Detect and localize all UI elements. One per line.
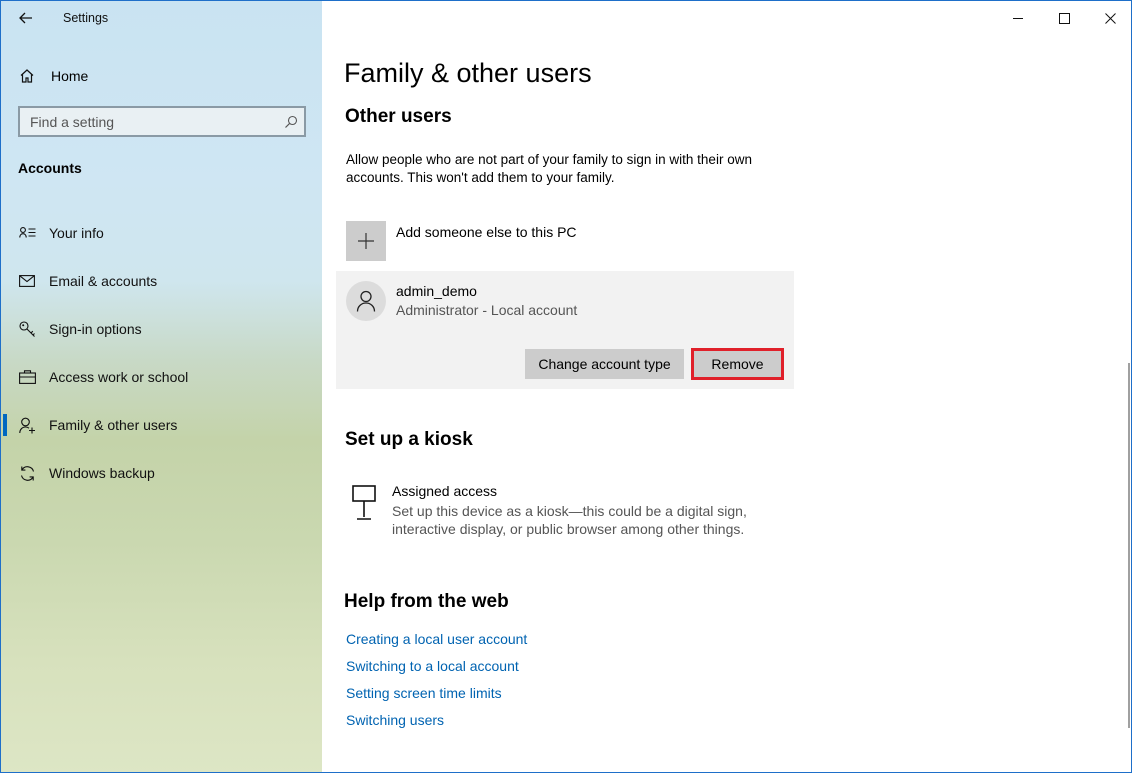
add-person-icon — [18, 416, 36, 434]
kiosk-text: Assigned access Set up this device as a … — [392, 483, 772, 538]
sidebar-nav: Your info Email & accounts Sign-in optio… — [1, 209, 322, 497]
kiosk-heading: Set up a kiosk — [345, 429, 473, 450]
app-title: Settings — [63, 11, 109, 25]
briefcase-icon — [18, 368, 36, 386]
sidebar-section-title: Accounts — [18, 160, 82, 176]
settings-window: Settings Home Accounts — [0, 0, 1132, 773]
sidebar-item-label: Sign-in options — [49, 321, 142, 337]
mail-icon — [18, 272, 36, 290]
close-icon — [1104, 12, 1116, 24]
user-card: admin_demo Administrator - Local account… — [336, 271, 794, 389]
minimize-button[interactable] — [995, 1, 1041, 35]
search-input[interactable] — [20, 108, 278, 135]
sidebar-item-label: Access work or school — [49, 369, 189, 385]
scrollbar[interactable] — [1128, 363, 1130, 728]
plus-icon — [358, 233, 374, 249]
maximize-icon — [1058, 12, 1070, 24]
other-users-heading: Other users — [345, 106, 452, 127]
sidebar-item-home[interactable]: Home — [17, 65, 307, 87]
sidebar-item-access-work-school[interactable]: Access work or school — [1, 353, 322, 401]
assigned-access-button[interactable]: Assigned access Set up this device as a … — [352, 483, 772, 538]
sidebar-item-windows-backup[interactable]: Windows backup — [1, 449, 322, 497]
assigned-access-title: Assigned access — [392, 483, 498, 499]
sidebar-item-label: Email & accounts — [49, 273, 158, 289]
user-name: admin_demo — [396, 283, 477, 299]
add-tile — [346, 221, 386, 261]
person-icon — [356, 290, 376, 312]
help-link-switching-users[interactable]: Switching users — [346, 710, 527, 737]
help-link-switching-local-account[interactable]: Switching to a local account — [346, 656, 527, 683]
help-links: Creating a local user account Switching … — [346, 629, 527, 737]
assigned-access-description: Set up this device as a kiosk—this could… — [392, 503, 747, 537]
sidebar-item-label: Your info — [49, 225, 104, 241]
avatar — [346, 281, 386, 321]
help-link-creating-local-account[interactable]: Creating a local user account — [346, 629, 527, 656]
help-heading: Help from the web — [344, 591, 509, 612]
help-link-screen-time-limits[interactable]: Setting screen time limits — [346, 683, 527, 710]
back-button[interactable] — [13, 7, 39, 29]
other-users-description: Allow people who are not part of your fa… — [346, 152, 752, 185]
sidebar-item-sign-in-options[interactable]: Sign-in options — [1, 305, 322, 353]
sidebar-item-label: Family & other users — [49, 417, 178, 433]
home-icon — [17, 66, 37, 86]
window-controls — [995, 1, 1131, 35]
user-account-type: Administrator - Local account — [396, 302, 578, 318]
contact-card-icon — [18, 224, 36, 242]
add-someone-button[interactable]: Add someone else to this PC — [346, 221, 577, 261]
user-text: admin_demo Administrator - Local account — [396, 281, 577, 321]
key-icon — [18, 320, 36, 338]
sync-icon — [18, 464, 36, 482]
sidebar: Settings Home Accounts — [1, 1, 322, 772]
user-entry[interactable]: admin_demo Administrator - Local account — [346, 281, 577, 321]
sidebar-item-label: Windows backup — [49, 465, 155, 481]
change-account-type-button[interactable]: Change account type — [525, 349, 684, 379]
minimize-icon — [1012, 17, 1023, 19]
main-content: Family & other users Other users Allow p… — [322, 1, 1131, 772]
search-icon[interactable] — [278, 115, 304, 129]
page-title: Family & other users — [344, 58, 592, 88]
maximize-button[interactable] — [1041, 1, 1087, 35]
sidebar-home-label: Home — [51, 68, 89, 84]
add-someone-label: Add someone else to this PC — [396, 224, 577, 240]
sidebar-item-email-accounts[interactable]: Email & accounts — [1, 257, 322, 305]
back-arrow-icon — [19, 12, 32, 24]
close-button[interactable] — [1087, 1, 1131, 35]
sidebar-item-family-other-users[interactable]: Family & other users — [1, 401, 322, 449]
kiosk-icon — [352, 485, 376, 520]
sidebar-item-your-info[interactable]: Your info — [1, 209, 322, 257]
remove-button[interactable]: Remove — [691, 348, 784, 380]
search-box[interactable] — [18, 106, 306, 137]
